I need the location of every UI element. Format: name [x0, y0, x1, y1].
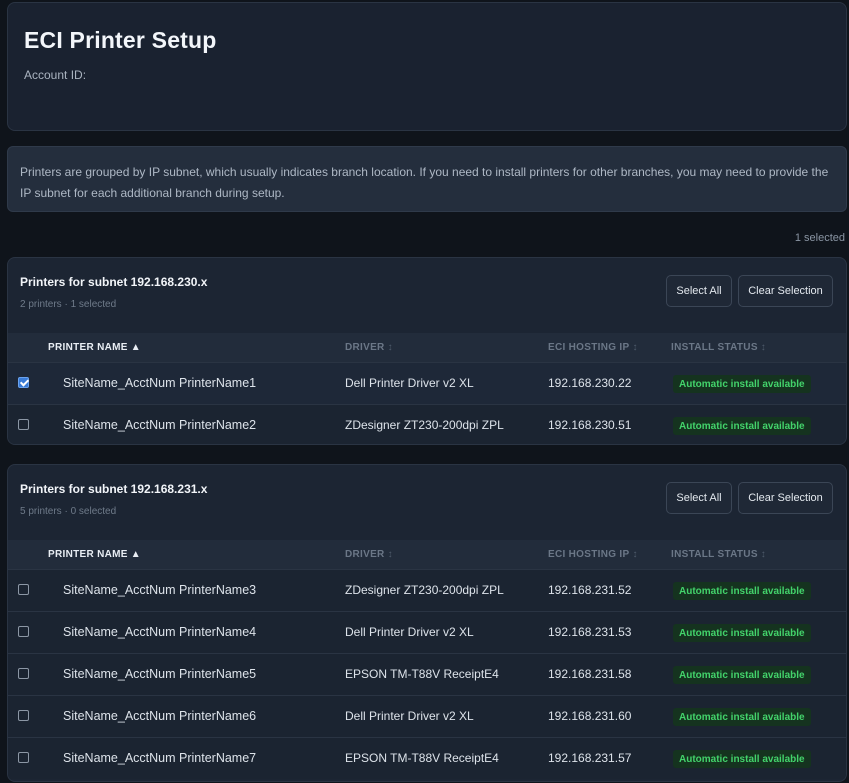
status-badge: Automatic install available	[673, 666, 811, 684]
table-row[interactable]: SiteName_AcctNum PrinterName6 Dell Print…	[8, 695, 846, 737]
sort-icon: ↕	[632, 549, 638, 560]
sort-icon: ↕	[387, 342, 393, 353]
group-summary: 5 printers · 0 selected	[20, 506, 117, 517]
hosting-ip: 192.168.230.51	[548, 418, 632, 432]
row-checkbox[interactable]	[18, 710, 29, 721]
sort-asc-icon: ▲	[130, 342, 141, 353]
table-row[interactable]: SiteName_AcctNum PrinterName2 ZDesigner …	[8, 404, 846, 444]
group-title: Printers for subnet 192.168.230.x	[20, 275, 208, 289]
select-all-button[interactable]: Select All	[666, 275, 732, 307]
printer-name: SiteName_AcctNum PrinterName1	[63, 376, 257, 390]
subnet-group-230: Printers for subnet 192.168.230.x 2 prin…	[7, 257, 847, 445]
column-header-status[interactable]: INSTALL STATUS ↕	[671, 342, 766, 353]
group-summary: 2 printers · 1 selected	[20, 299, 117, 310]
table-row[interactable]: SiteName_AcctNum PrinterName3 ZDesigner …	[8, 569, 846, 611]
hosting-ip: 192.168.231.60	[548, 709, 632, 723]
printer-name: SiteName_AcctNum PrinterName5	[63, 667, 257, 681]
sort-icon: ↕	[632, 342, 638, 353]
row-checkbox[interactable]	[18, 377, 29, 388]
sort-icon: ↕	[387, 549, 393, 560]
row-checkbox[interactable]	[18, 668, 29, 679]
table-row[interactable]: SiteName_AcctNum PrinterName1 Dell Print…	[8, 362, 846, 404]
status-badge: Automatic install available	[673, 375, 811, 393]
printer-driver: Dell Printer Driver v2 XL	[345, 376, 474, 390]
hosting-ip: 192.168.231.53	[548, 625, 632, 639]
table-row[interactable]: SiteName_AcctNum PrinterName4 Dell Print…	[8, 611, 846, 653]
account-id-label: Account ID:	[24, 68, 87, 82]
page-title: ECI Printer Setup	[24, 27, 217, 53]
status-badge: Automatic install available	[673, 624, 811, 642]
column-header-driver[interactable]: DRIVER ↕	[345, 549, 393, 560]
column-header-ip[interactable]: ECI HOSTING IP ↕	[548, 342, 638, 353]
row-checkbox[interactable]	[18, 419, 29, 430]
printer-driver: ZDesigner ZT230-200dpi ZPL	[345, 418, 504, 432]
table-header: PRINTER NAME ▲ DRIVER ↕ ECI HOSTING IP ↕ IN…	[8, 333, 846, 362]
table-row[interactable]: SiteName_AcctNum PrinterName7 EPSON TM-T…	[8, 737, 846, 779]
printer-driver: Dell Printer Driver v2 XL	[345, 709, 474, 723]
status-badge: Automatic install available	[673, 750, 811, 768]
sort-asc-icon: ▲	[130, 549, 141, 560]
table-header: PRINTER NAME ▲ DRIVER ↕ ECI HOSTING IP ↕ IN…	[8, 540, 846, 569]
clear-selection-button[interactable]: Clear Selection	[738, 275, 833, 307]
select-all-button[interactable]: Select All	[666, 482, 732, 514]
table-row[interactable]: SiteName_AcctNum PrinterName5 EPSON TM-T…	[8, 653, 846, 695]
column-header-printer-name[interactable]: PRINTER NAME ▲	[48, 342, 141, 353]
printer-name: SiteName_AcctNum PrinterName3	[63, 583, 257, 597]
row-checkbox[interactable]	[18, 752, 29, 763]
header-card: ECI Printer Setup Account ID:	[7, 2, 847, 131]
clear-selection-button[interactable]: Clear Selection	[738, 482, 833, 514]
printer-driver: EPSON TM-T88V ReceiptE4	[345, 751, 499, 765]
status-badge: Automatic install available	[673, 708, 811, 726]
hosting-ip: 192.168.230.22	[548, 376, 632, 390]
hosting-ip: 192.168.231.57	[548, 751, 632, 765]
sort-icon: ↕	[760, 342, 767, 353]
column-header-status[interactable]: INSTALL STATUS ↕	[671, 549, 766, 560]
sort-icon: ↕	[760, 549, 767, 560]
column-header-ip[interactable]: ECI HOSTING IP ↕	[548, 549, 638, 560]
subnet-group-231: Printers for subnet 192.168.231.x 5 prin…	[7, 464, 847, 782]
printer-driver: EPSON TM-T88V ReceiptE4	[345, 667, 499, 681]
group-header: Printers for subnet 192.168.231.x 5 prin…	[8, 465, 846, 540]
group-title: Printers for subnet 192.168.231.x	[20, 482, 208, 496]
column-header-printer-name[interactable]: PRINTER NAME ▲	[48, 549, 141, 560]
column-header-driver[interactable]: DRIVER ↕	[345, 342, 393, 353]
row-checkbox[interactable]	[18, 584, 29, 595]
hosting-ip: 192.168.231.58	[548, 667, 632, 681]
status-badge: Automatic install available	[673, 417, 811, 435]
selected-count: 1 selected	[794, 232, 845, 244]
printer-name: SiteName_AcctNum PrinterName7	[63, 751, 257, 765]
info-banner: Printers are grouped by IP subnet, which…	[7, 146, 847, 212]
printer-name: SiteName_AcctNum PrinterName2	[63, 418, 257, 432]
printer-driver: Dell Printer Driver v2 XL	[345, 625, 474, 639]
printer-driver: ZDesigner ZT230-200dpi ZPL	[345, 583, 504, 597]
status-badge: Automatic install available	[673, 582, 811, 600]
printer-name: SiteName_AcctNum PrinterName6	[63, 709, 257, 723]
hosting-ip: 192.168.231.52	[548, 583, 632, 597]
printer-name: SiteName_AcctNum PrinterName4	[63, 625, 257, 639]
row-checkbox[interactable]	[18, 626, 29, 637]
group-header: Printers for subnet 192.168.230.x 2 prin…	[8, 258, 846, 333]
